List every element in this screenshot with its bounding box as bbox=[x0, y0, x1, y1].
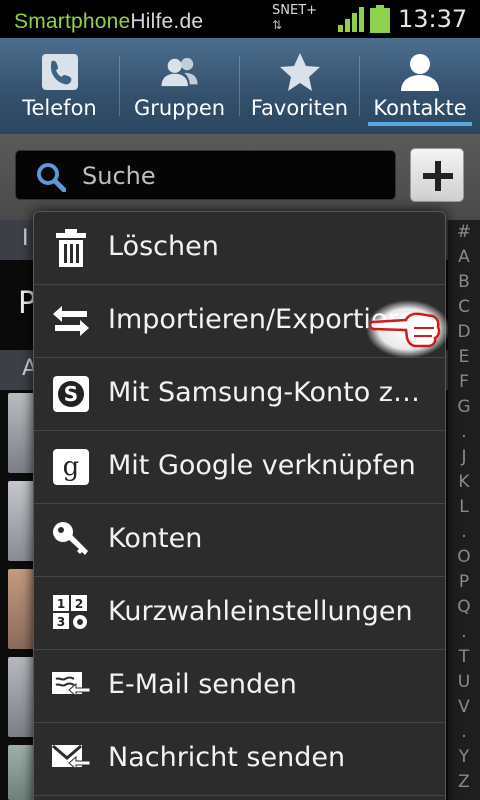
index-letter[interactable]: G bbox=[448, 395, 480, 420]
email-icon bbox=[52, 667, 90, 705]
index-letter[interactable]: D bbox=[448, 320, 480, 345]
tab-label: Gruppen bbox=[133, 96, 226, 120]
index-letter[interactable]: . bbox=[448, 720, 480, 745]
carrier-name: SNET+ bbox=[272, 3, 318, 18]
phone-icon bbox=[38, 52, 82, 92]
brand-part2: Hilfe.de bbox=[130, 10, 204, 33]
index-letter[interactable]: J bbox=[448, 445, 480, 470]
menu-item-label: Löschen bbox=[108, 231, 219, 262]
index-letter[interactable]: O bbox=[448, 545, 480, 570]
tab-bar: Telefon Gruppen Favoriten Kontakte bbox=[0, 38, 480, 134]
tab-gruppen[interactable]: Gruppen bbox=[120, 38, 239, 134]
tab-kontakte[interactable]: Kontakte bbox=[360, 38, 480, 134]
menu-item-samsung-sync[interactable]: S Mit Samsung-Konto z… bbox=[34, 358, 445, 431]
signal-icon bbox=[338, 7, 364, 32]
menu-item-label: Nachricht senden bbox=[108, 742, 346, 773]
menu-item-google-link[interactable]: g Mit Google verknüpfen bbox=[34, 431, 445, 504]
clock: 13:37 bbox=[398, 5, 468, 33]
section-letter: I bbox=[22, 226, 29, 251]
svg-text:S: S bbox=[64, 382, 78, 406]
brand-part1: Smartphone bbox=[14, 10, 131, 33]
status-bar: SmartphoneHilfe.de SNET+ ⇅ 13:37 bbox=[0, 0, 480, 38]
samsung-account-icon: S bbox=[52, 375, 90, 413]
tab-favoriten[interactable]: Favoriten bbox=[240, 38, 359, 134]
index-letter[interactable]: B bbox=[448, 270, 480, 295]
index-letter[interactable]: F bbox=[448, 370, 480, 395]
search-row bbox=[0, 134, 480, 220]
menu-item-label: Mit Samsung-Konto z… bbox=[108, 377, 420, 408]
menu-item-label: Kurzwahleinstellungen bbox=[108, 596, 413, 627]
index-letter[interactable]: L bbox=[448, 495, 480, 520]
tab-label: Kontakte bbox=[373, 96, 467, 120]
speed-dial-icon: 123 bbox=[52, 594, 90, 632]
plus-icon bbox=[411, 149, 465, 203]
menu-item-label: Mit Google verknüpfen bbox=[108, 450, 416, 481]
index-letter[interactable]: V bbox=[448, 695, 480, 720]
index-letter[interactable]: Q bbox=[448, 595, 480, 620]
search-icon bbox=[37, 163, 66, 192]
svg-text:1: 1 bbox=[57, 597, 65, 611]
carrier-label: SNET+ ⇅ bbox=[272, 3, 318, 33]
index-letter[interactable]: . bbox=[448, 620, 480, 645]
alphabet-index[interactable]: # A B C D E F G . J K L . O P Q . T U V … bbox=[448, 220, 480, 800]
index-letter[interactable]: A bbox=[448, 245, 480, 270]
key-icon bbox=[52, 521, 90, 559]
index-letter[interactable]: . bbox=[448, 520, 480, 545]
menu-item-label: Konten bbox=[108, 523, 203, 554]
index-letter[interactable]: . bbox=[448, 420, 480, 445]
add-contact-button[interactable] bbox=[410, 148, 464, 202]
index-letter[interactable]: Z bbox=[448, 770, 480, 795]
battery-icon bbox=[370, 5, 390, 33]
menu-item-send-email[interactable]: E-Mail senden bbox=[34, 650, 445, 723]
index-letter[interactable]: E bbox=[448, 345, 480, 370]
search-input[interactable] bbox=[82, 157, 382, 195]
index-letter[interactable]: P bbox=[448, 570, 480, 595]
active-tab-indicator bbox=[368, 122, 472, 126]
group-icon bbox=[158, 52, 202, 92]
svg-text:g: g bbox=[63, 452, 80, 482]
menu-item-send-message[interactable]: Nachricht senden bbox=[34, 723, 445, 796]
search-box[interactable] bbox=[15, 150, 396, 200]
index-letter[interactable]: C bbox=[448, 295, 480, 320]
menu-item-delete[interactable]: Löschen bbox=[34, 212, 445, 285]
watermark-brand: SmartphoneHilfe.de bbox=[14, 10, 203, 34]
index-letter[interactable]: T bbox=[448, 645, 480, 670]
import-export-icon bbox=[52, 302, 90, 340]
index-letter[interactable]: U bbox=[448, 670, 480, 695]
tab-label: Telefon bbox=[22, 96, 97, 120]
menu-item-accounts[interactable]: Konten bbox=[34, 504, 445, 577]
index-letter[interactable]: K bbox=[448, 470, 480, 495]
contact-icon bbox=[398, 52, 442, 92]
message-icon bbox=[52, 740, 90, 778]
menu-item-label: E-Mail senden bbox=[108, 669, 297, 700]
svg-text:2: 2 bbox=[75, 597, 83, 611]
trash-icon bbox=[52, 229, 90, 267]
index-letter[interactable]: # bbox=[448, 220, 480, 245]
tab-telefon[interactable]: Telefon bbox=[0, 38, 119, 134]
google-icon: g bbox=[52, 448, 90, 486]
pointing-hand-icon bbox=[366, 300, 448, 358]
star-icon bbox=[278, 52, 322, 92]
index-letter[interactable]: Y bbox=[448, 745, 480, 770]
menu-item-speed-dial[interactable]: 123 Kurzwahleinstellungen bbox=[34, 577, 445, 650]
data-activity-icon: ⇅ bbox=[272, 18, 283, 32]
tab-label: Favoriten bbox=[250, 96, 349, 120]
svg-text:3: 3 bbox=[57, 615, 65, 629]
